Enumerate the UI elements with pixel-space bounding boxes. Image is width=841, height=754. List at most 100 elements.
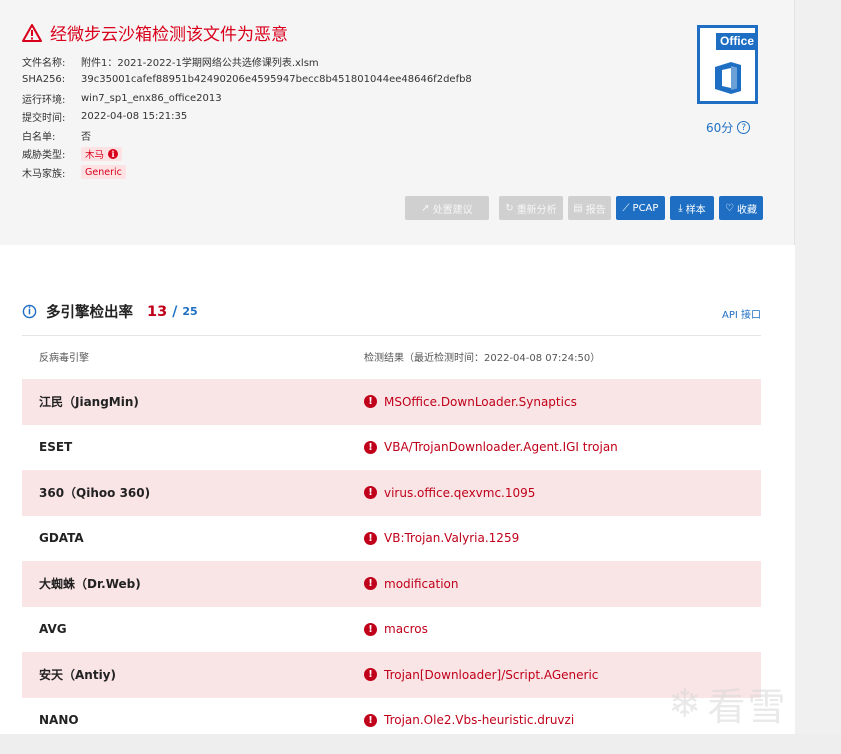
divider (22, 335, 761, 336)
result-text: MSOffice.DownLoader.Synaptics (384, 394, 577, 409)
detection-result: ! Trojan[Downloader]/Script.AGeneric (364, 668, 598, 682)
whitelist-value: 否 (81, 131, 91, 143)
api-link[interactable]: API 接口 (722, 306, 761, 321)
pcap-icon: ⟋ (622, 202, 630, 214)
total-engines-count: 25 (182, 305, 198, 318)
column-engine: 反病毒引擎 (39, 353, 89, 364)
alert-circle-icon: ! (364, 622, 377, 636)
table-row: 360（Qihoo 360) ! virus.office.qexvmc.1095 (22, 470, 761, 516)
engine-name: ESET (39, 440, 73, 455)
alert-circle-icon: ! (364, 531, 377, 545)
reanalyze-button[interactable]: ↻ 重新分析 (499, 196, 563, 220)
button-label: 处置建议 (432, 204, 473, 216)
bottom-strip (0, 734, 841, 754)
environment-value: win7_sp1_enx86_office2013 (81, 92, 222, 104)
detection-panel: 多引擎检出率 13 / 25 API 接口 反病毒引擎 检测结果（最近检测时间：… (0, 245, 795, 734)
info-label: 木马家族: (22, 168, 66, 180)
verdict-title-text: 经微步云沙箱检测该文件为恶意 (50, 25, 288, 45)
alert-circle-icon: ! (364, 668, 377, 682)
button-label: 报告 (585, 204, 606, 216)
result-text: modification (384, 576, 459, 591)
button-label: PCAP (632, 202, 659, 214)
table-row: AVG ! macros (22, 607, 761, 653)
info-label: 运行环境: (22, 94, 66, 106)
detection-title: 多引擎检出率 (46, 305, 133, 321)
engine-name: 江民（JiangMin) (39, 395, 139, 410)
trojan-family-value: Generic (85, 166, 122, 178)
report-icon: ▤ (573, 202, 583, 214)
table-row: 大蜘蛛（Dr.Web) ! modification (22, 561, 761, 607)
info-row-whitelist: 白名单: 否 (22, 126, 472, 145)
watermark: ❄ 看雪 (668, 676, 788, 731)
detection-result: ! virus.office.qexvmc.1095 (364, 486, 535, 500)
threat-type-tag[interactable]: 木马 i (81, 146, 123, 161)
info-label: 威胁类型: (22, 150, 66, 162)
count-separator: / (172, 303, 178, 320)
report-button[interactable]: ▤ 报告 (568, 196, 611, 220)
info-label: 文件名称: (22, 57, 66, 69)
detected-count: 13 (147, 303, 168, 320)
gauge-icon (22, 304, 37, 319)
filename-value: 附件1：2021-2022-1学期网络公共选修课列表.xlsm (81, 57, 319, 69)
snowflake-icon: ❄ (668, 680, 702, 727)
detection-result: ! MSOffice.DownLoader.Synaptics (364, 395, 577, 409)
office-document-icon (715, 62, 741, 94)
engine-name: NANO (39, 713, 79, 728)
submit-time-value: 2022-04-08 15:21:35 (81, 111, 188, 123)
column-result: 检测结果（最近检测时间：2022-04-08 07:24:50） (364, 353, 601, 364)
button-label: 收藏 (736, 204, 757, 216)
table-row: 安天（Antiy) ! Trojan[Downloader]/Script.AGe… (22, 652, 761, 698)
info-row-submit-time: 提交时间: 2022-04-08 15:21:35 (22, 108, 472, 127)
info-circle-icon[interactable]: i (108, 148, 119, 159)
threat-type-value: 木马 (85, 149, 105, 161)
file-type-badge: Office (697, 25, 758, 104)
detection-result: ! Trojan.Ole2.Vbs-heuristic.druvzi (364, 713, 574, 727)
file-info-list: 文件名称: 附件1：2021-2022-1学期网络公共选修课列表.xlsm SH… (22, 52, 472, 182)
score-value: 60分 (706, 121, 734, 135)
alert-circle-icon: ! (364, 577, 377, 591)
engine-name: 360（Qihoo 360) (39, 486, 151, 501)
verdict-title: 经微步云沙箱检测该文件为恶意 (22, 20, 288, 45)
download-icon: ⤓ (678, 202, 683, 214)
result-text: VB:Trojan.Valyria.1259 (384, 531, 520, 546)
favorite-button[interactable]: ♡ 收藏 (719, 196, 763, 220)
engine-name: 大蜘蛛（Dr.Web) (39, 577, 141, 592)
heart-icon: ♡ (725, 202, 734, 214)
disposal-advice-button[interactable]: ➚ 处置建议 (405, 196, 489, 220)
detection-result: ! VB:Trojan.Valyria.1259 (364, 531, 519, 545)
info-row-environment: 运行环境: win7_sp1_enx86_office2013 (22, 89, 472, 108)
detection-result: ! modification (364, 577, 458, 591)
engine-name: AVG (39, 622, 67, 637)
button-label: 重新分析 (516, 204, 557, 216)
button-label: 样本 (685, 204, 706, 216)
score: 60分 ? (706, 119, 751, 136)
watermark-text: 看雪 (707, 685, 788, 729)
rocket-icon: ➚ (421, 202, 430, 214)
sample-download-button[interactable]: ⤓ 样本 (670, 196, 714, 220)
alert-circle-icon: ! (364, 440, 377, 454)
result-text: macros (384, 622, 428, 637)
result-text: virus.office.qexvmc.1095 (384, 485, 536, 500)
table-row: ESET ! VBA/TrojanDownloader.Agent.IGI tro… (22, 425, 761, 471)
action-toolbar: ➚ 处置建议 ↻ 重新分析 ▤ 报告 ⟋ PCAP ⤓ 样本 ♡ 收藏 (405, 196, 768, 220)
table-row: GDATA ! VB:Trojan.Valyria.1259 (22, 516, 761, 562)
info-row-threat-type: 威胁类型: 木马 i (22, 145, 472, 164)
file-summary-panel: 经微步云沙箱检测该文件为恶意 文件名称: 附件1：2021-2022-1学期网络… (0, 0, 795, 245)
trojan-family-tag: Generic (81, 165, 126, 180)
detection-header: 多引擎检出率 13 / 25 (22, 301, 198, 322)
pcap-button[interactable]: ⟋ PCAP (616, 196, 665, 220)
info-label: SHA256: (22, 74, 66, 86)
file-type-label: Office (715, 33, 758, 50)
detection-result: ! VBA/TrojanDownloader.Agent.IGI trojan (364, 440, 618, 454)
result-text: Trojan.Ole2.Vbs-heuristic.druvzi (384, 713, 575, 728)
refresh-icon: ↻ (505, 202, 514, 214)
info-label: 提交时间: (22, 113, 66, 125)
table-row: 江民（JiangMin) ! MSOffice.DownLoader.Synapt… (22, 379, 761, 425)
warning-triangle-icon (22, 23, 42, 42)
question-circle-icon[interactable]: ? (737, 121, 751, 134)
info-row-trojan-family: 木马家族: Generic (22, 163, 472, 182)
engine-name: 安天（Antiy) (39, 668, 116, 683)
detection-table: 江民（JiangMin) ! MSOffice.DownLoader.Synapt… (22, 379, 761, 743)
result-text: VBA/TrojanDownloader.Agent.IGI trojan (384, 440, 618, 455)
result-text: Trojan[Downloader]/Script.AGeneric (384, 667, 599, 682)
